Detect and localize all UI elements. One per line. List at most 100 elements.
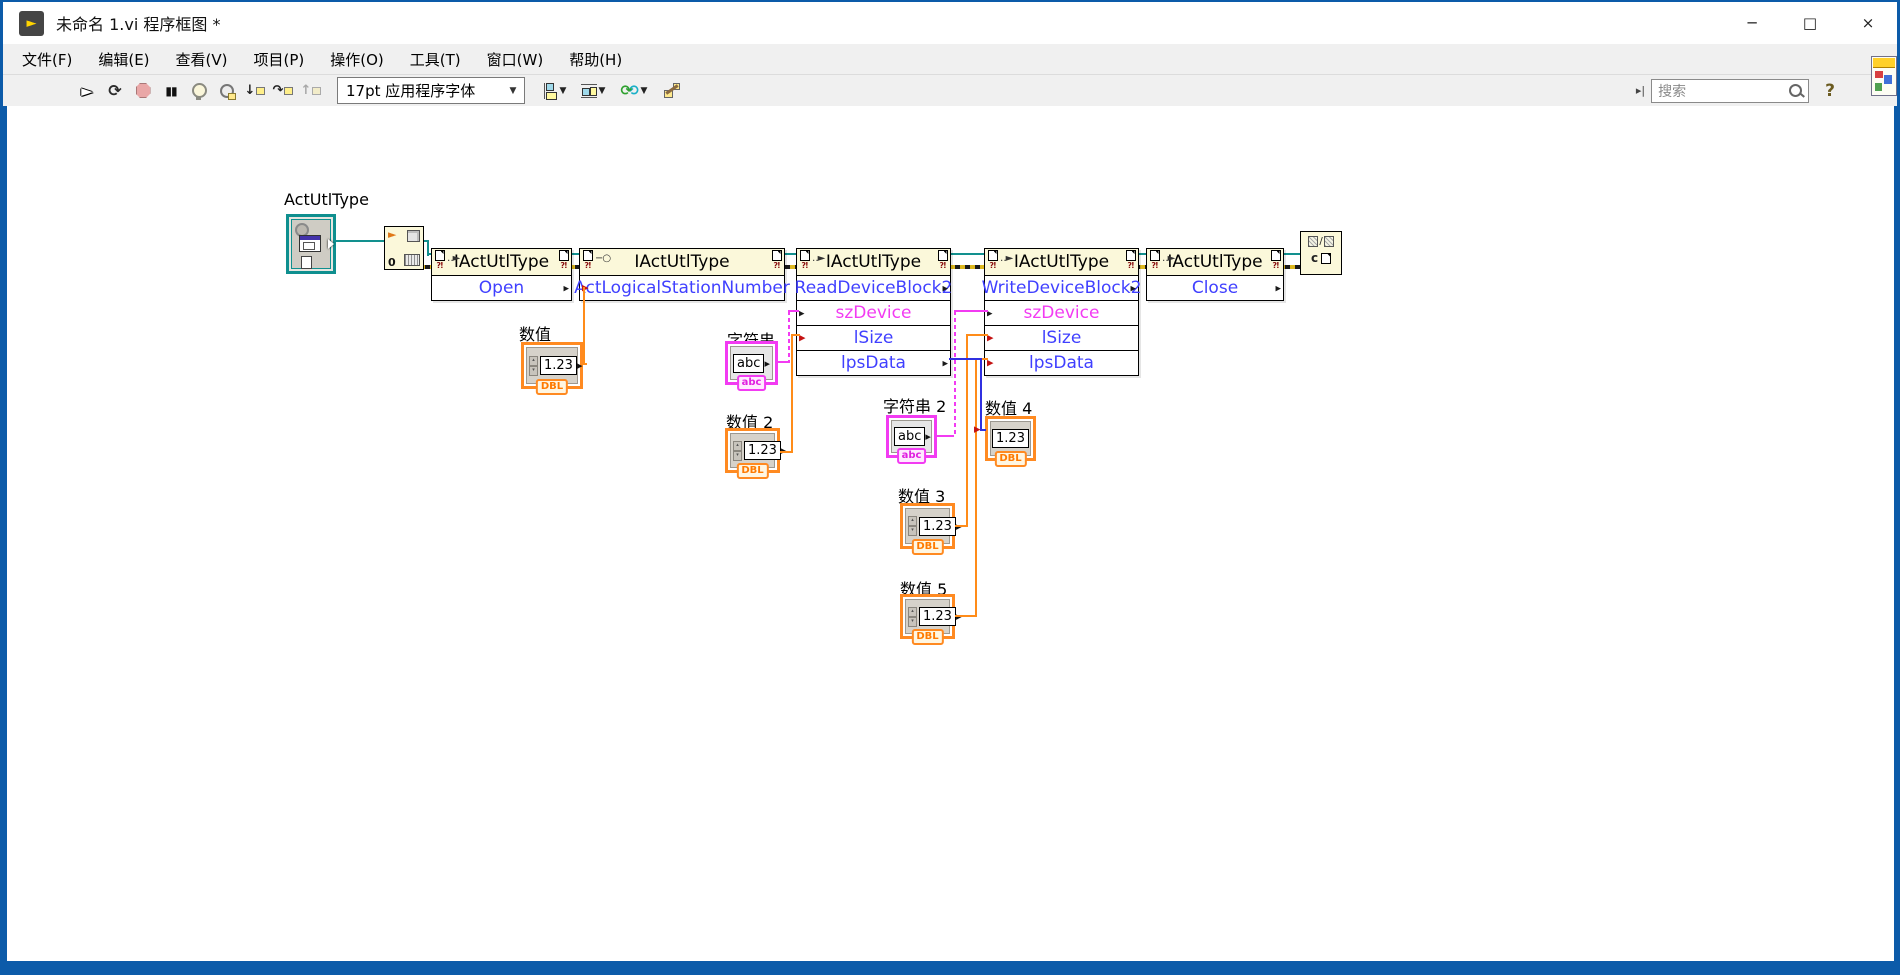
param-row-lpsdata[interactable]: lpsData ▸ bbox=[797, 351, 950, 375]
automation-refnum-control[interactable] bbox=[286, 214, 336, 274]
labview-window: ► 未命名 1.vi 程序框图 * ─ □ × 文件(F) 编辑(E) 查看(V… bbox=[0, 0, 1900, 975]
menu-operate[interactable]: 操作(O) bbox=[317, 49, 397, 70]
string-value: abc bbox=[733, 354, 764, 373]
search-area: ▸| 搜索 ? bbox=[1636, 79, 1835, 103]
menu-view[interactable]: 查看(V) bbox=[163, 49, 241, 70]
clean-up-icon bbox=[664, 83, 681, 98]
vi-icon[interactable] bbox=[1871, 56, 1897, 96]
node-square-icon bbox=[256, 87, 265, 95]
output-terminal-icon: ▸ bbox=[764, 357, 770, 370]
error-out-glyph: ?! bbox=[1125, 261, 1136, 271]
method-row[interactable]: ReadDeviceBlock2 ▸ bbox=[797, 276, 950, 301]
block-diagram[interactable]: ActUtlType ► 0 ?! ‥► IActUtlType ?! Open bbox=[0, 106, 1900, 961]
refnum-glyph bbox=[1308, 236, 1318, 247]
numeric-control-shuzhi5[interactable]: ▴▾ 1.23 ▸ DBL bbox=[900, 594, 955, 639]
pause-button[interactable]: ▮▮ bbox=[157, 78, 185, 104]
numeric-indicator-shuzhi4[interactable]: 1.23 DBL bbox=[985, 416, 1036, 461]
chevron-down-icon: ▼ bbox=[502, 86, 524, 96]
abort-button[interactable] bbox=[129, 78, 157, 104]
font-selector[interactable]: 17pt 应用程序字体 ▼ bbox=[337, 77, 525, 104]
search-input[interactable]: 搜索 bbox=[1651, 79, 1809, 103]
page-icon bbox=[988, 250, 998, 261]
distribute-objects-button[interactable]: ▼ bbox=[573, 78, 613, 104]
font-selector-value: 17pt 应用程序字体 bbox=[346, 80, 475, 101]
retain-wire-values-button[interactable] bbox=[213, 78, 241, 104]
type-badge: abc bbox=[737, 375, 767, 391]
menu-bar: 文件(F) 编辑(E) 查看(V) 项目(P) 操作(O) 工具(T) 窗口(W… bbox=[3, 44, 1897, 75]
param-row-szdevice[interactable]: ▸ szDevice bbox=[985, 301, 1138, 326]
run-continuously-button[interactable]: ⟳ bbox=[101, 78, 129, 104]
increment-decrement-icon[interactable]: ▴▾ bbox=[529, 356, 538, 376]
invoke-node-readdeviceblock2[interactable]: ?! ‥► IActUtlType ?! ReadDeviceBlock2 ▸ … bbox=[796, 248, 951, 376]
distribute-objects-icon bbox=[581, 83, 597, 99]
input-terminal-icon: ▸ bbox=[974, 423, 981, 436]
window-border-bottom bbox=[0, 961, 1900, 975]
increment-decrement-icon[interactable]: ▴▾ bbox=[908, 516, 917, 536]
output-terminal-icon: ▸ bbox=[577, 359, 583, 372]
error-out-glyph: ?! bbox=[558, 261, 569, 271]
window-border-left bbox=[0, 106, 7, 961]
param-row-szdevice[interactable]: ▸ szDevice bbox=[797, 301, 950, 326]
param-row-lpsdata[interactable]: ▸ lpsData bbox=[985, 351, 1138, 375]
numeric-value: 1.23 bbox=[744, 441, 781, 460]
numeric-control-shuzhi[interactable]: ▴▾ 1.23 ▸ DBL bbox=[521, 342, 583, 389]
chevron-down-icon: ▼ bbox=[641, 86, 648, 96]
page-icon bbox=[1271, 250, 1281, 261]
menu-help[interactable]: 帮助(H) bbox=[556, 49, 635, 70]
close-button[interactable]: × bbox=[1839, 2, 1897, 44]
refnum-glyph bbox=[1324, 236, 1334, 247]
nav-toggle-icon[interactable]: ▸| bbox=[1636, 84, 1645, 97]
search-placeholder: 搜索 bbox=[1658, 81, 1686, 101]
menu-tools[interactable]: 工具(T) bbox=[397, 49, 474, 70]
page-icon bbox=[772, 250, 782, 261]
page-icon bbox=[938, 250, 948, 261]
menu-edit[interactable]: 编辑(E) bbox=[85, 49, 162, 70]
lightbulb-icon bbox=[192, 83, 207, 98]
step-into-button[interactable]: ↓ bbox=[241, 78, 269, 104]
invoke-icon: ‥► bbox=[447, 253, 459, 264]
pause-icon: ▮▮ bbox=[165, 84, 176, 98]
cube-icon bbox=[407, 230, 420, 242]
help-button[interactable]: ? bbox=[1825, 81, 1835, 101]
string-control-zifuchuan[interactable]: abc ▸ abc bbox=[725, 341, 778, 385]
numeric-value: 1.23 bbox=[919, 517, 956, 536]
refnum-label: ActUtlType bbox=[284, 190, 369, 209]
invoke-node-writedeviceblock2[interactable]: ?! ‥► IActUtlType ?! WriteDeviceBlock2 ▸… bbox=[984, 248, 1139, 376]
align-objects-button[interactable]: ▼ bbox=[535, 78, 573, 104]
automation-open-node[interactable]: ► 0 bbox=[384, 226, 424, 270]
run-button[interactable]: ► bbox=[73, 78, 101, 104]
increment-decrement-icon[interactable]: ▴▾ bbox=[733, 441, 742, 461]
property-node-actlogicalstationnumber[interactable]: ?! −○ IActUtlType ?! ▸ ActLogicalStation… bbox=[579, 248, 785, 301]
param-row-lsize[interactable]: ▸ lSize bbox=[985, 326, 1138, 351]
type-badge: DBL bbox=[536, 379, 568, 395]
numeric-value: 1.23 bbox=[992, 429, 1029, 448]
method-row[interactable]: WriteDeviceBlock2 ▸ bbox=[985, 276, 1138, 301]
page-icon bbox=[559, 250, 569, 261]
string-control-zifuchuan2[interactable]: abc ▸ abc bbox=[886, 415, 937, 458]
highlight-execution-button[interactable] bbox=[185, 78, 213, 104]
numeric-control-shuzhi3[interactable]: ▴▾ 1.23 ▸ DBL bbox=[900, 503, 955, 549]
property-row[interactable]: ▸ ActLogicalStationNumber bbox=[580, 276, 784, 300]
numeric-value: 1.23 bbox=[919, 607, 956, 626]
page-icon bbox=[1150, 250, 1160, 261]
menu-project[interactable]: 项目(P) bbox=[241, 49, 318, 70]
minimize-button[interactable]: ─ bbox=[1723, 2, 1781, 44]
clean-up-diagram-button[interactable] bbox=[655, 78, 689, 104]
param-row-lsize[interactable]: ▸ lSize bbox=[797, 326, 950, 351]
run-icon: ► bbox=[81, 82, 93, 100]
step-over-button[interactable]: ↷ bbox=[269, 78, 297, 104]
step-out-button[interactable]: ↑ bbox=[297, 78, 325, 104]
invoke-node-open[interactable]: ?! ‥► IActUtlType ?! Open ▸ bbox=[431, 248, 572, 301]
reorder-icon: ⟳⟳ bbox=[621, 83, 639, 99]
increment-decrement-icon[interactable]: ▴▾ bbox=[908, 607, 917, 627]
maximize-button[interactable]: □ bbox=[1781, 2, 1839, 44]
numeric-control-shuzhi2[interactable]: ▴▾ 1.23 ▸ DBL bbox=[725, 428, 780, 473]
method-row[interactable]: Close ▸ bbox=[1147, 276, 1283, 300]
reorder-objects-button[interactable]: ⟳⟳ ▼ bbox=[613, 78, 655, 104]
output-terminal-icon bbox=[328, 239, 334, 249]
method-row[interactable]: Open ▸ bbox=[432, 276, 571, 300]
invoke-node-close[interactable]: ?! ‥► IActUtlType ?! Close ▸ bbox=[1146, 248, 1284, 301]
menu-file[interactable]: 文件(F) bbox=[9, 49, 85, 70]
menu-window[interactable]: 窗口(W) bbox=[474, 49, 557, 70]
close-reference-node[interactable]: / c bbox=[1300, 231, 1342, 275]
